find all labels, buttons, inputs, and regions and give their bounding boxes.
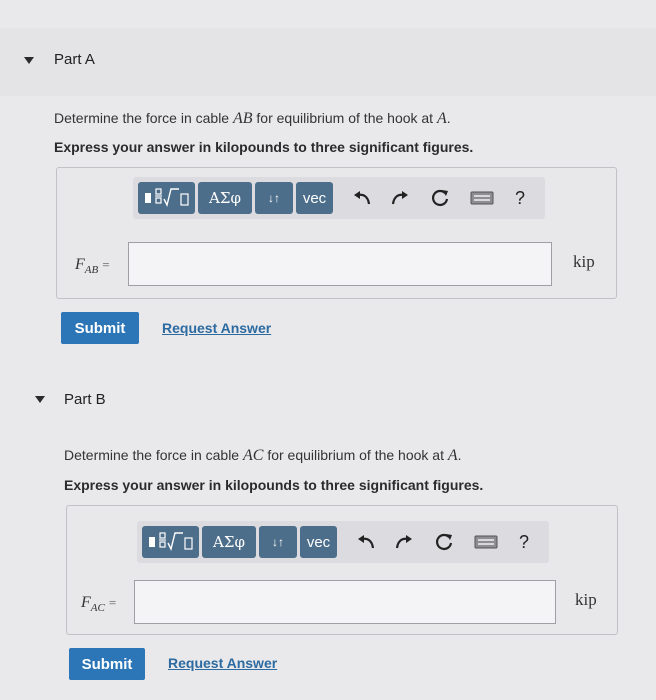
arrows-button[interactable]: ↓↑ (259, 526, 297, 558)
fraction-sqrt-icon (144, 188, 189, 208)
part-b-variable-label: FAC = (81, 594, 117, 615)
templates-button[interactable] (142, 526, 199, 558)
vec-button[interactable]: vec (300, 526, 337, 558)
part-b-collapse-toggle[interactable] (35, 396, 45, 403)
part-b-request-answer-link[interactable]: Request Answer (168, 655, 277, 671)
help-button[interactable]: ? (509, 187, 531, 209)
part-a-answer-input[interactable] (128, 242, 552, 286)
part-b-instruction: Express your answer in kilopounds to thr… (64, 477, 484, 493)
part-b-math-toolbar: ΑΣφ ↓↑ vec ? (137, 521, 549, 563)
part-b-unit: kip (575, 590, 597, 609)
part-b-submit-button[interactable]: Submit (69, 648, 145, 680)
part-a-math-toolbar: ΑΣφ ↓↑ vec ? (133, 177, 545, 219)
keyboard-icon[interactable] (473, 531, 499, 553)
redo-icon[interactable] (389, 187, 411, 209)
part-a-variable-label: FAB = (75, 256, 110, 277)
help-button[interactable]: ? (513, 531, 535, 553)
keyboard-icon[interactable] (469, 187, 495, 209)
part-a-question: Determine the force in cable AB for equi… (54, 110, 451, 127)
undo-icon[interactable] (351, 187, 373, 209)
part-b-title: Part B (64, 391, 106, 408)
redo-icon[interactable] (393, 531, 415, 553)
part-a-title: Part A (54, 51, 95, 68)
reset-icon[interactable] (429, 187, 451, 209)
part-a-request-answer-link[interactable]: Request Answer (162, 320, 271, 336)
part-b-answer-box: ΑΣφ ↓↑ vec ? FAC = kip (66, 505, 618, 635)
vec-button[interactable]: vec (296, 182, 333, 214)
part-a-header-band (0, 28, 656, 96)
part-a-answer-box: ΑΣφ ↓↑ vec ? FAB = kip (56, 167, 617, 299)
part-b-question: Determine the force in cable AC for equi… (64, 447, 462, 464)
greek-symbols-button[interactable]: ΑΣφ (202, 526, 256, 558)
arrows-button[interactable]: ↓↑ (255, 182, 293, 214)
reset-icon[interactable] (433, 531, 455, 553)
undo-icon[interactable] (355, 531, 377, 553)
templates-button[interactable] (138, 182, 195, 214)
part-a-unit: kip (573, 252, 595, 271)
part-a-submit-button[interactable]: Submit (61, 312, 139, 344)
part-a-collapse-toggle[interactable] (24, 57, 34, 64)
part-b-answer-input[interactable] (134, 580, 556, 624)
part-a-instruction: Express your answer in kilopounds to thr… (54, 139, 474, 155)
fraction-sqrt-icon (148, 532, 193, 552)
greek-symbols-button[interactable]: ΑΣφ (198, 182, 252, 214)
